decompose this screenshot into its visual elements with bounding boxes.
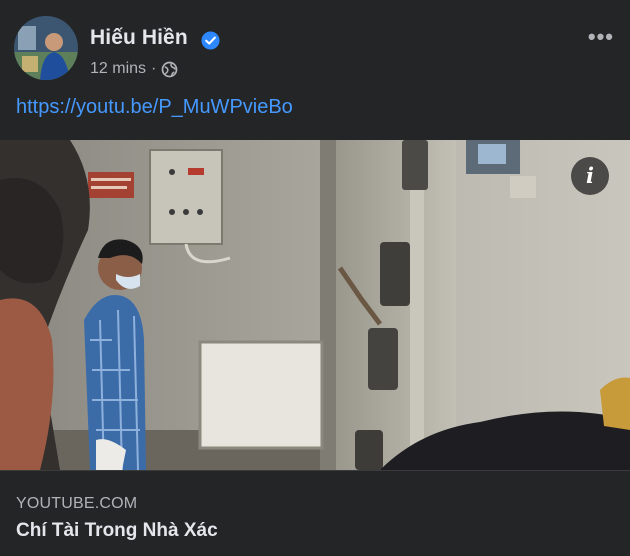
more-options-icon[interactable]: ••• <box>588 24 614 50</box>
info-icon[interactable]: i <box>571 157 609 195</box>
globe-icon[interactable] <box>161 61 178 78</box>
meta-separator: · <box>151 60 157 77</box>
post-timestamp[interactable]: 12 mins <box>90 60 146 78</box>
link-domain: YOUTUBE.COM <box>16 495 138 512</box>
link-title[interactable]: Chí Tài Trong Nhà Xác <box>16 520 218 542</box>
author-name[interactable]: Hiếu Hiền <box>90 26 188 50</box>
video-preview-image[interactable]: i <box>0 140 630 470</box>
post-meta: 12 mins · <box>90 60 178 78</box>
verified-badge-icon <box>201 31 220 50</box>
video-thumbnail <box>0 140 630 470</box>
link-preview-footer[interactable]: YOUTUBE.COM Chí Tài Trong Nhà Xác <box>0 470 630 556</box>
shared-link[interactable]: https://youtu.be/P_MuWPvieBo <box>16 96 293 119</box>
author-avatar[interactable] <box>14 16 78 80</box>
facebook-post: Hiếu Hiền 12 mins · ••• https://youtu.be… <box>0 0 630 556</box>
